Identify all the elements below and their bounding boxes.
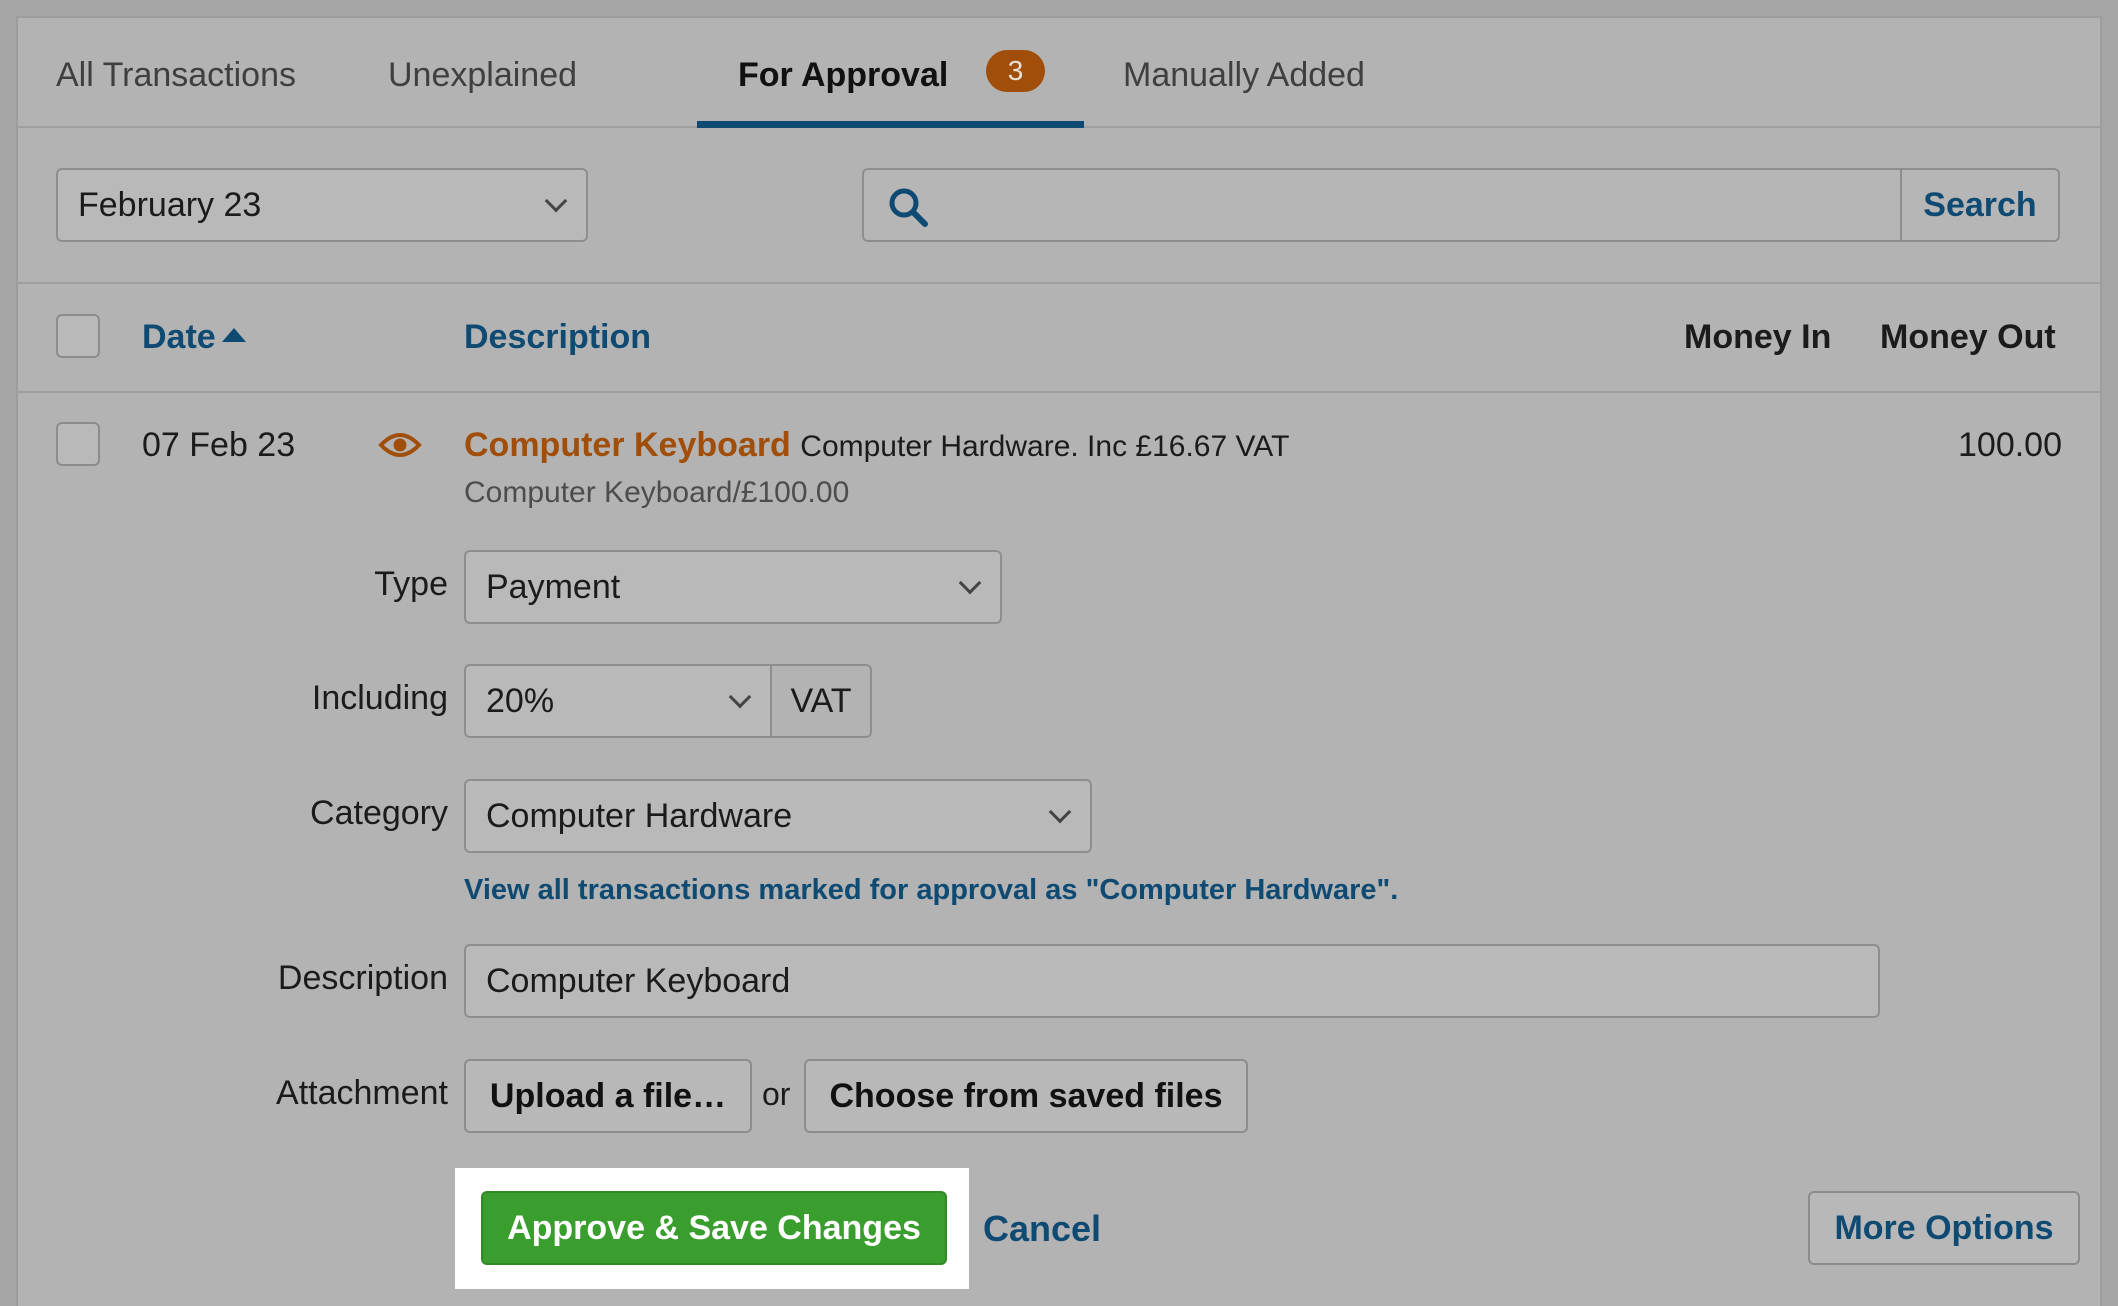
row-date: 07 Feb 23 xyxy=(142,426,296,464)
type-select-value: Payment xyxy=(486,568,621,606)
tab-manually-added[interactable]: Manually Added xyxy=(1123,56,1365,95)
active-tab-indicator xyxy=(697,121,1084,128)
cancel-link[interactable]: Cancel xyxy=(983,1208,1101,1250)
description-input[interactable]: Computer Keyboard xyxy=(464,944,1880,1018)
divider xyxy=(18,391,2100,393)
more-options-button[interactable]: More Options xyxy=(1808,1191,2080,1265)
sort-ascending-icon xyxy=(221,328,246,342)
transactions-panel: All Transactions Unexplained For Approva… xyxy=(16,16,2102,1306)
vat-rate-value: 20% xyxy=(486,682,555,720)
or-text: or xyxy=(762,1076,791,1112)
row-description: Computer Keyboard Computer Hardware. Inc… xyxy=(464,426,1289,465)
date-column-header[interactable]: Date xyxy=(142,318,246,357)
tab-bar: All Transactions Unexplained For Approva… xyxy=(18,18,2100,128)
vat-addon: VAT xyxy=(770,664,872,738)
category-transactions-link[interactable]: View all transactions marked for approva… xyxy=(464,874,1398,907)
chevron-down-icon xyxy=(544,189,568,213)
period-select[interactable]: February 23 xyxy=(56,168,588,242)
tab-all-transactions[interactable]: All Transactions xyxy=(56,56,296,95)
row-subtitle: Computer Hardware. Inc £16.67 VAT xyxy=(800,430,1290,463)
description-column-header[interactable]: Description xyxy=(464,318,651,357)
chevron-down-icon xyxy=(958,571,982,595)
category-select[interactable]: Computer Hardware xyxy=(464,779,1092,853)
money-out-column-header: Money Out xyxy=(1880,318,2056,356)
category-label: Category xyxy=(310,794,448,832)
chevron-down-icon xyxy=(1048,800,1072,824)
date-header-label: Date xyxy=(142,318,216,356)
type-label: Type xyxy=(374,565,448,603)
including-label: Including xyxy=(311,679,448,717)
select-all-checkbox[interactable] xyxy=(56,314,100,358)
search-input[interactable] xyxy=(944,178,1884,232)
attachment-label: Attachment xyxy=(276,1074,448,1112)
category-select-value: Computer Hardware xyxy=(486,797,793,835)
row-title: Computer Keyboard xyxy=(464,426,791,464)
type-select[interactable]: Payment xyxy=(464,550,1002,624)
tab-unexplained[interactable]: Unexplained xyxy=(388,56,577,95)
choose-saved-files-button[interactable]: Choose from saved files xyxy=(804,1059,1248,1133)
vat-rate-select[interactable]: 20% xyxy=(464,664,772,738)
search-icon xyxy=(889,188,928,227)
money-in-column-header: Money In xyxy=(1684,318,1832,356)
period-select-value: February 23 xyxy=(78,186,262,224)
divider xyxy=(18,282,2100,284)
row-money-out: 100.00 xyxy=(1958,426,2062,464)
chevron-down-icon xyxy=(728,685,752,709)
tab-for-approval[interactable]: For Approval xyxy=(738,56,948,95)
eye-icon[interactable] xyxy=(378,428,422,462)
search-box xyxy=(862,168,1902,242)
row-reference: Computer Keyboard/£100.00 xyxy=(464,476,850,509)
upload-file-button[interactable]: Upload a file… xyxy=(464,1059,752,1133)
approve-save-button[interactable]: Approve & Save Changes xyxy=(481,1191,947,1265)
description-label: Description xyxy=(277,959,448,997)
row-checkbox[interactable] xyxy=(56,422,100,466)
search-button[interactable]: Search xyxy=(1900,168,2060,242)
approval-count-badge: 3 xyxy=(986,50,1045,92)
